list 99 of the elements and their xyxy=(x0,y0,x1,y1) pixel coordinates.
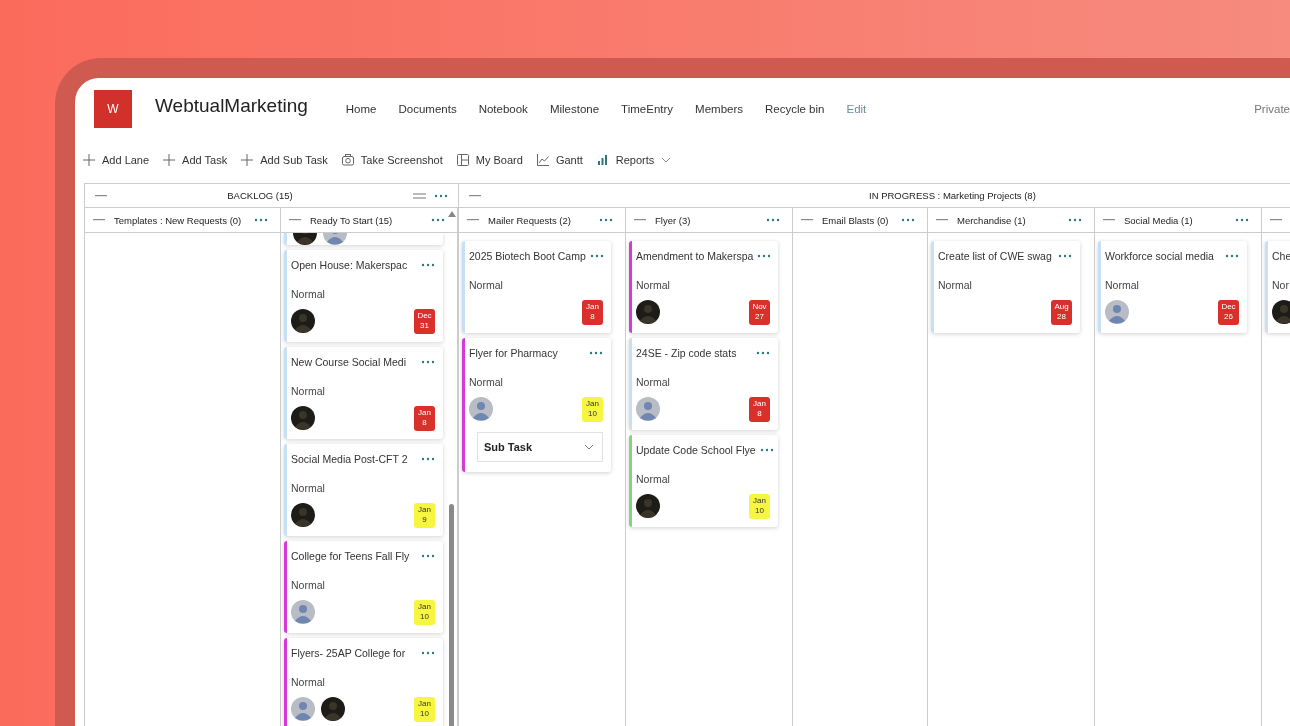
card-title[interactable]: Update Code School Flye xyxy=(636,444,756,456)
more-icon xyxy=(589,350,603,356)
scrollbar-thumb[interactable] xyxy=(449,504,454,726)
toolbar-button[interactable]: Add Sub Task xyxy=(241,154,328,166)
priority-label: Normal xyxy=(291,482,326,496)
nav-link[interactable]: TimeEntry xyxy=(621,103,674,115)
due-date-badge: Dec 31 xyxy=(414,308,435,334)
card-title[interactable]: Che xyxy=(1272,250,1290,262)
more-icon xyxy=(431,217,445,223)
lane-title: Ready To Start (15) xyxy=(310,214,394,226)
plus-icon xyxy=(163,154,176,166)
more-icon xyxy=(421,262,435,268)
bar-chart-icon xyxy=(596,154,609,166)
priority-label: Normal xyxy=(291,288,326,302)
card-title[interactable]: New Course Social Medi xyxy=(291,356,406,368)
more-icon xyxy=(1235,217,1249,223)
collapse-icon xyxy=(95,194,107,197)
priority-label: Normal xyxy=(636,473,671,487)
nav-link[interactable]: Notebook xyxy=(478,103,528,115)
priority-label: Normal xyxy=(1105,279,1140,293)
lane-title: Mailer Requests (2) xyxy=(488,214,572,226)
toolbar-button[interactable]: Add Lane xyxy=(83,154,150,166)
due-date-badge: Jan 8 xyxy=(749,396,770,422)
toolbar-button[interactable]: Take Screenshot xyxy=(341,154,443,166)
board-icon xyxy=(456,154,469,166)
priority-label: Normal xyxy=(469,279,504,293)
nav-link[interactable]: Documents xyxy=(398,103,457,115)
due-date-badge: Jan 10 xyxy=(414,599,435,625)
more-icon xyxy=(254,217,268,223)
due-date-badge: Aug 28 xyxy=(1051,299,1072,325)
card-title[interactable]: Open House: Makerspac xyxy=(291,259,408,271)
toolbar-button[interactable]: Gantt xyxy=(536,154,583,166)
lane-title: Merchandise (1) xyxy=(957,214,1027,226)
menu-icon xyxy=(413,192,426,199)
due-date-badge: Jan 10 xyxy=(414,696,435,722)
due-date-badge: Dec 26 xyxy=(1218,299,1239,325)
lane-title: Email Blasts (0) xyxy=(822,214,890,226)
more-icon xyxy=(766,217,780,223)
more-icon xyxy=(421,359,435,365)
due-date-badge: Jan 10 xyxy=(582,396,603,422)
card-title[interactable]: Social Media Post-CFT 2 xyxy=(291,453,408,465)
card-title[interactable]: College for Teens Fall Fly xyxy=(291,550,410,562)
more-icon xyxy=(421,650,435,656)
due-date-badge: Jan 8 xyxy=(414,405,435,431)
site-logo[interactable]: W xyxy=(94,90,132,128)
more-icon xyxy=(421,456,435,462)
more-icon xyxy=(599,217,613,223)
more-icon xyxy=(756,350,770,356)
priority-label: Normal xyxy=(469,376,504,390)
collapse-icon xyxy=(469,194,481,197)
card-title[interactable]: Workforce social media xyxy=(1105,250,1214,262)
card-title[interactable]: Flyers- 25AP College for xyxy=(291,647,406,659)
lane-title: Flyer (3) xyxy=(655,214,692,226)
due-date-badge: Jan 9 xyxy=(414,502,435,528)
more-icon xyxy=(421,553,435,559)
group-title: BACKLOG (15) xyxy=(227,190,293,201)
priority-label: Normal xyxy=(938,279,973,293)
card-title[interactable]: Flyer for Pharmacy xyxy=(469,347,558,359)
priority-label: Normal xyxy=(291,579,326,593)
more-icon xyxy=(759,447,774,453)
more-icon xyxy=(757,253,772,259)
edit-link[interactable]: Edit xyxy=(846,103,867,115)
subtask-dropdown[interactable]: Sub Task xyxy=(477,432,603,462)
nav-link[interactable]: Recycle bin xyxy=(765,103,825,115)
priority-label: Normal xyxy=(291,385,326,399)
priority-label: Normal xyxy=(291,676,326,690)
priority-label: Nor xyxy=(1272,279,1290,293)
scroll-up-icon[interactable] xyxy=(448,211,456,217)
camera-icon xyxy=(341,154,354,166)
nav-link[interactable]: Members xyxy=(695,103,743,115)
privacy-label: Private xyxy=(1254,103,1290,115)
due-date-badge: Jan 8 xyxy=(582,299,603,325)
toolbar-button[interactable]: Add Task xyxy=(163,154,228,166)
more-icon xyxy=(1225,253,1239,259)
more-icon xyxy=(434,192,448,199)
group-title: IN PROGRESS : Marketing Projects (8) xyxy=(869,190,1036,201)
line-chart-icon xyxy=(536,154,549,166)
nav-link[interactable]: Home xyxy=(345,103,377,115)
plus-icon xyxy=(83,154,95,166)
more-icon xyxy=(1068,217,1082,223)
priority-label: Normal xyxy=(636,376,671,390)
more-icon xyxy=(901,217,915,223)
chevron-icon xyxy=(584,444,594,450)
plus-icon xyxy=(241,154,254,166)
card-title[interactable]: 24SE - Zip code stats xyxy=(636,347,737,359)
lane-title: Social Media (1) xyxy=(1124,214,1194,226)
due-date-badge: Nov 27 xyxy=(749,299,770,325)
nav-link[interactable]: Milestone xyxy=(549,103,600,115)
lane-title: Templates : New Requests (0) xyxy=(114,214,243,226)
card-title[interactable]: Amendment to Makerspa xyxy=(636,250,754,262)
more-icon xyxy=(589,253,604,259)
card-title[interactable]: 2025 Biotech Boot Camp xyxy=(469,250,586,262)
more-icon xyxy=(1058,253,1072,259)
card-title[interactable]: Create list of CWE swag xyxy=(938,250,1052,262)
priority-label: Normal xyxy=(636,279,671,293)
site-title: WebtualMarketing xyxy=(155,95,308,117)
due-date-badge: Jan 10 xyxy=(749,493,770,519)
toolbar-button[interactable]: Reports xyxy=(596,154,672,166)
toolbar-button[interactable]: My Board xyxy=(456,154,523,166)
